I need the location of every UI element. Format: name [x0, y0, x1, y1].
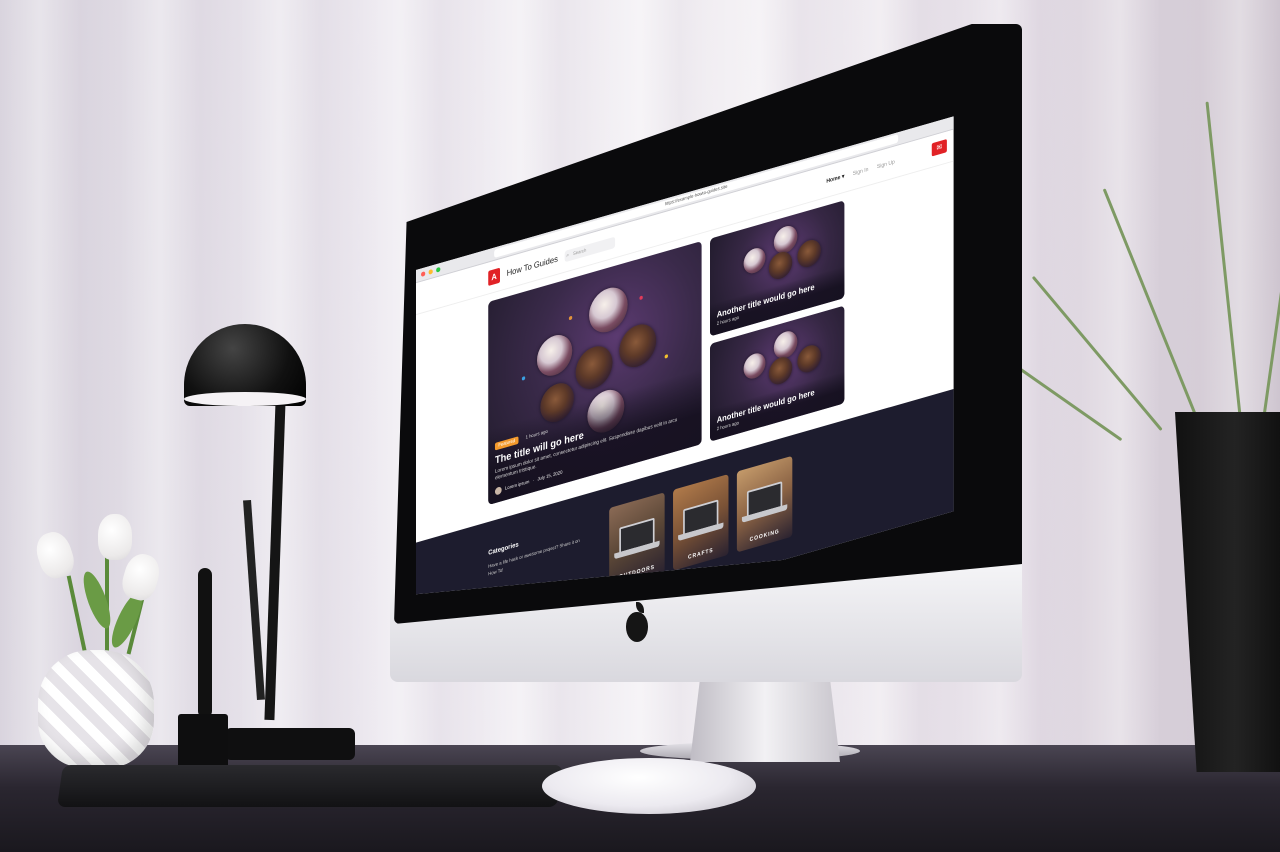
main-nav: Home ▾ Sign In Sign Up [826, 159, 894, 185]
footer-categories-info: Categories Have a life hack or awesome p… [488, 524, 580, 579]
separator: · [532, 477, 535, 484]
cupcake-image [536, 330, 573, 381]
lamp-rim [184, 392, 306, 406]
keyboard [57, 765, 563, 807]
category-label: COOKING [749, 528, 780, 544]
cupcake-image [743, 245, 766, 277]
cupcake-image [589, 282, 628, 338]
cupcake-image [619, 319, 657, 372]
vase [38, 650, 154, 768]
cupcake-image [797, 342, 821, 376]
sprinkle [568, 315, 573, 321]
sprinkle [664, 354, 668, 359]
site-logo-text[interactable]: How To Guides [507, 253, 558, 277]
lamp-base [225, 728, 355, 760]
cupcake-image [575, 341, 613, 394]
nav-sign-up[interactable]: Sign Up [877, 159, 895, 170]
author-name[interactable]: Lorem ipsum [505, 479, 529, 492]
search-input[interactable]: Search [564, 236, 615, 262]
sprinkle [639, 295, 643, 301]
cupcake-image [743, 350, 766, 382]
footer-text: Have a life hack or awesome project? Sha… [488, 538, 580, 577]
pen-holder [178, 714, 228, 768]
magic-mouse [542, 758, 756, 814]
site-logo-icon[interactable]: A [488, 267, 500, 286]
minimize-window-button[interactable] [428, 268, 433, 275]
close-window-button[interactable] [421, 271, 426, 278]
nav-home[interactable]: Home ▾ [826, 173, 844, 185]
nav-home-label: Home [826, 175, 841, 185]
cupcake-image [797, 237, 821, 271]
tulip-flower [98, 514, 132, 560]
category-tile-cooking[interactable]: COOKING [736, 455, 793, 553]
apple-logo-icon [626, 612, 648, 642]
cupcake-image [768, 248, 793, 282]
hero-time: 1 hours ago [525, 428, 548, 441]
avatar [494, 486, 502, 496]
cupcake-image [768, 354, 793, 388]
category-label: CRAFTS [688, 547, 714, 561]
chevron-down-icon: ▾ [841, 173, 845, 181]
stylus-pen [198, 568, 212, 718]
nav-sign-in[interactable]: Sign In [853, 167, 869, 177]
maximize-window-button[interactable] [436, 266, 441, 273]
article-date: July 15, 2020 [537, 469, 563, 483]
category-tile-crafts[interactable]: CRAFTS [673, 474, 729, 571]
sprinkle [521, 376, 526, 381]
